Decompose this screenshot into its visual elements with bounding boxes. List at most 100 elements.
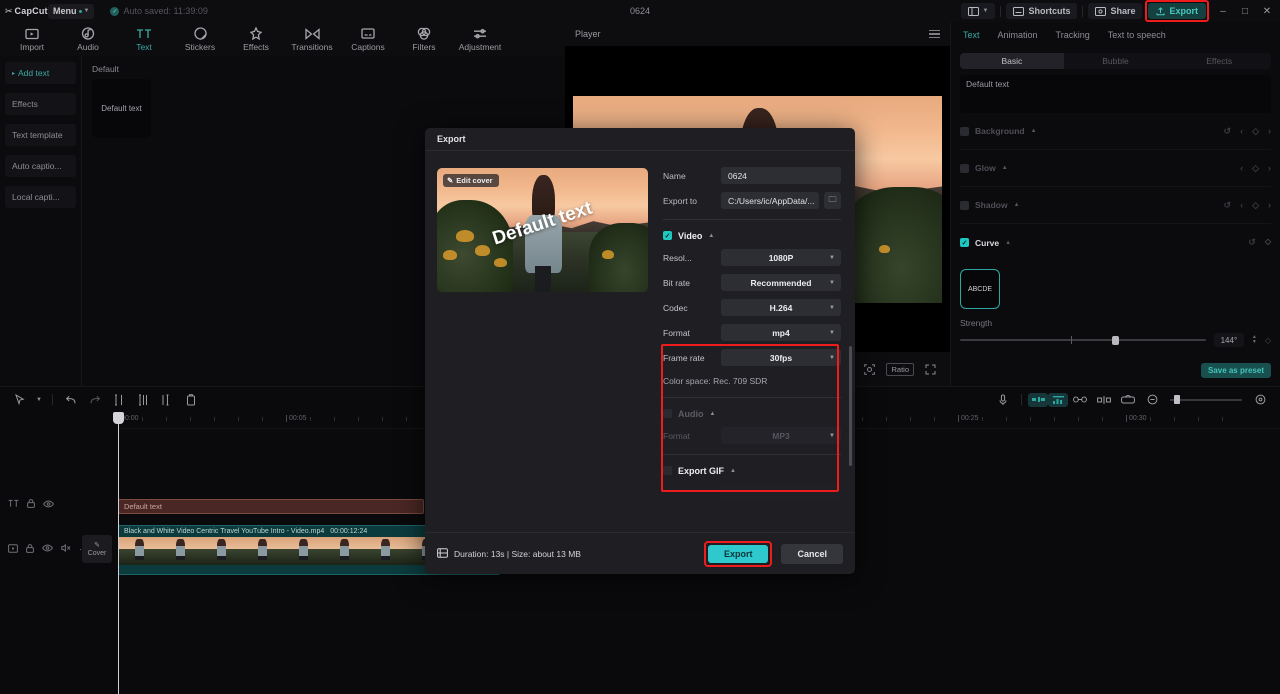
eye-icon[interactable] — [42, 544, 53, 554]
tool-stickers[interactable]: Stickers — [172, 26, 228, 52]
zoom-slider[interactable] — [1170, 395, 1242, 404]
next-keyframe-icon[interactable]: › — [1268, 200, 1271, 211]
folder-icon[interactable]: 🗀 — [824, 192, 841, 209]
video-section-title[interactable]: Video ▲ — [663, 226, 841, 245]
lock-icon[interactable] — [27, 499, 35, 510]
tab-animation[interactable]: Animation — [998, 30, 1038, 40]
cancel-button[interactable]: Cancel — [781, 543, 843, 564]
strength-slider[interactable] — [960, 335, 1206, 345]
sidebar-item-local-captions[interactable]: Local capti... — [5, 186, 76, 208]
next-keyframe-icon[interactable]: › — [1268, 163, 1271, 174]
audio-checkbox[interactable] — [663, 409, 672, 418]
section-shadow[interactable]: Shadow ▲ ↺ ‹ ◇ › — [960, 187, 1271, 224]
curve-preset-arc[interactable]: ABCDE — [960, 269, 1000, 309]
zoom-out-button[interactable] — [1140, 388, 1164, 412]
segment-bubble[interactable]: Bubble — [1064, 53, 1168, 69]
export-confirm-button[interactable]: Export — [707, 544, 769, 563]
record-button[interactable] — [991, 388, 1015, 412]
magnify-icon[interactable] — [864, 363, 876, 375]
tool-import[interactable]: Import — [4, 26, 60, 52]
tool-captions[interactable]: Captions — [340, 26, 396, 52]
zoom-in-button[interactable] — [1248, 388, 1272, 412]
video-checkbox[interactable] — [663, 231, 672, 240]
keyframe-icon[interactable]: ◇ — [1252, 126, 1259, 137]
undo-button[interactable] — [59, 388, 83, 412]
audio-format-select[interactable]: MP3 ▼ — [721, 427, 841, 444]
export-path-input[interactable]: C:/Users/ic/AppData/... — [721, 192, 819, 209]
sidebar-item-add-text[interactable]: ▸ Add text — [5, 62, 76, 84]
redo-button[interactable] — [83, 388, 107, 412]
maximize-button[interactable]: □ — [1234, 0, 1256, 22]
gif-checkbox[interactable] — [663, 466, 672, 475]
shadow-checkbox[interactable] — [960, 200, 969, 210]
playhead[interactable] — [113, 412, 124, 694]
split-button[interactable] — [107, 388, 131, 412]
sidebar-item-auto-captions[interactable]: Auto captio... — [5, 155, 76, 177]
edit-cover-button[interactable]: ✎ Edit cover — [443, 174, 499, 187]
tab-text[interactable]: Text — [963, 30, 980, 40]
menu-button[interactable]: Menu ▼ — [48, 3, 95, 19]
resolution-select[interactable]: 1080P ▼ — [721, 249, 841, 266]
adjust-button[interactable] — [1048, 392, 1068, 407]
section-curve[interactable]: Curve ▲ ↺ ◇ — [960, 224, 1271, 261]
lock-icon[interactable] — [26, 543, 34, 555]
marker-button[interactable] — [1116, 388, 1140, 412]
ratio-button[interactable]: Ratio — [886, 362, 914, 376]
name-input[interactable]: 0624 — [721, 167, 841, 184]
keyframe-icon[interactable]: ◇ — [1265, 237, 1271, 248]
segment-effects[interactable]: Effects — [1167, 53, 1271, 69]
glow-checkbox[interactable] — [960, 163, 969, 173]
tool-filters[interactable]: Filters — [396, 26, 452, 52]
link-button[interactable] — [1068, 388, 1092, 412]
codec-select[interactable]: H.264 ▼ — [721, 299, 841, 316]
keyframe-icon[interactable]: ◇ — [1252, 200, 1259, 211]
eye-icon[interactable] — [43, 499, 54, 510]
settings-scrollbar[interactable] — [849, 346, 852, 466]
library-item-default-text[interactable]: Default text — [92, 79, 151, 138]
keyframe-icon[interactable]: ◇ — [1265, 336, 1271, 345]
delete-button[interactable] — [179, 388, 203, 412]
tool-audio[interactable]: Audio — [60, 26, 116, 52]
prev-keyframe-icon[interactable]: ‹ — [1240, 126, 1243, 137]
clip-text[interactable]: Default text — [118, 499, 424, 514]
shortcuts-button[interactable]: Shortcuts — [1006, 3, 1078, 19]
reset-icon[interactable]: ↺ — [1248, 237, 1256, 248]
reset-icon[interactable]: ↺ — [1224, 126, 1232, 137]
playhead-handle[interactable] — [113, 412, 124, 424]
framerate-select[interactable]: 30fps ▼ — [721, 349, 841, 366]
prev-keyframe-icon[interactable]: ‹ — [1240, 200, 1243, 211]
player-menu-icon[interactable] — [929, 29, 940, 39]
tool-text[interactable]: Text — [116, 26, 172, 52]
segment-basic[interactable]: Basic — [960, 53, 1064, 69]
snap-button[interactable] — [1092, 388, 1116, 412]
close-button[interactable]: ✕ — [1256, 0, 1278, 22]
save-as-preset-button[interactable]: Save as preset — [1200, 363, 1271, 378]
curve-checkbox[interactable] — [960, 238, 969, 247]
share-button[interactable]: Share — [1088, 3, 1143, 19]
section-background[interactable]: Background ▲ ↺ ‹ ◇ › — [960, 113, 1271, 150]
background-checkbox[interactable] — [960, 126, 969, 136]
sidebar-item-effects[interactable]: Effects — [5, 93, 76, 115]
text-content-input[interactable]: Default text — [960, 75, 1271, 113]
format-select[interactable]: mp4 ▼ — [721, 324, 841, 341]
keyframe-icon[interactable]: ◇ — [1252, 163, 1259, 174]
zoom-slider-handle[interactable] — [1174, 395, 1180, 404]
audio-section-title[interactable]: Audio ▲ — [663, 404, 841, 423]
select-tool[interactable] — [8, 388, 32, 412]
strength-stepper[interactable]: ▲ ▼ — [1252, 335, 1257, 345]
export-button[interactable]: Export — [1148, 3, 1206, 19]
trim-right-button[interactable] — [155, 388, 179, 412]
reset-icon[interactable]: ↺ — [1224, 200, 1232, 211]
trim-left-button[interactable] — [131, 388, 155, 412]
strength-value[interactable]: 144° — [1213, 333, 1244, 347]
minimize-button[interactable]: – — [1212, 0, 1234, 22]
slider-handle[interactable] — [1112, 335, 1120, 345]
tab-text-to-speech[interactable]: Text to speech — [1108, 30, 1166, 40]
cover-thumbnail[interactable]: Default text ✎ Edit cover — [437, 168, 648, 292]
cover-button[interactable]: ✎ Cover — [82, 535, 112, 563]
mix-button[interactable] — [1028, 392, 1048, 407]
tool-adjustment[interactable]: Adjustment — [452, 26, 508, 52]
mute-icon[interactable] — [61, 543, 71, 554]
sidebar-item-text-template[interactable]: Text template — [5, 124, 76, 146]
prev-keyframe-icon[interactable]: ‹ — [1240, 163, 1243, 174]
